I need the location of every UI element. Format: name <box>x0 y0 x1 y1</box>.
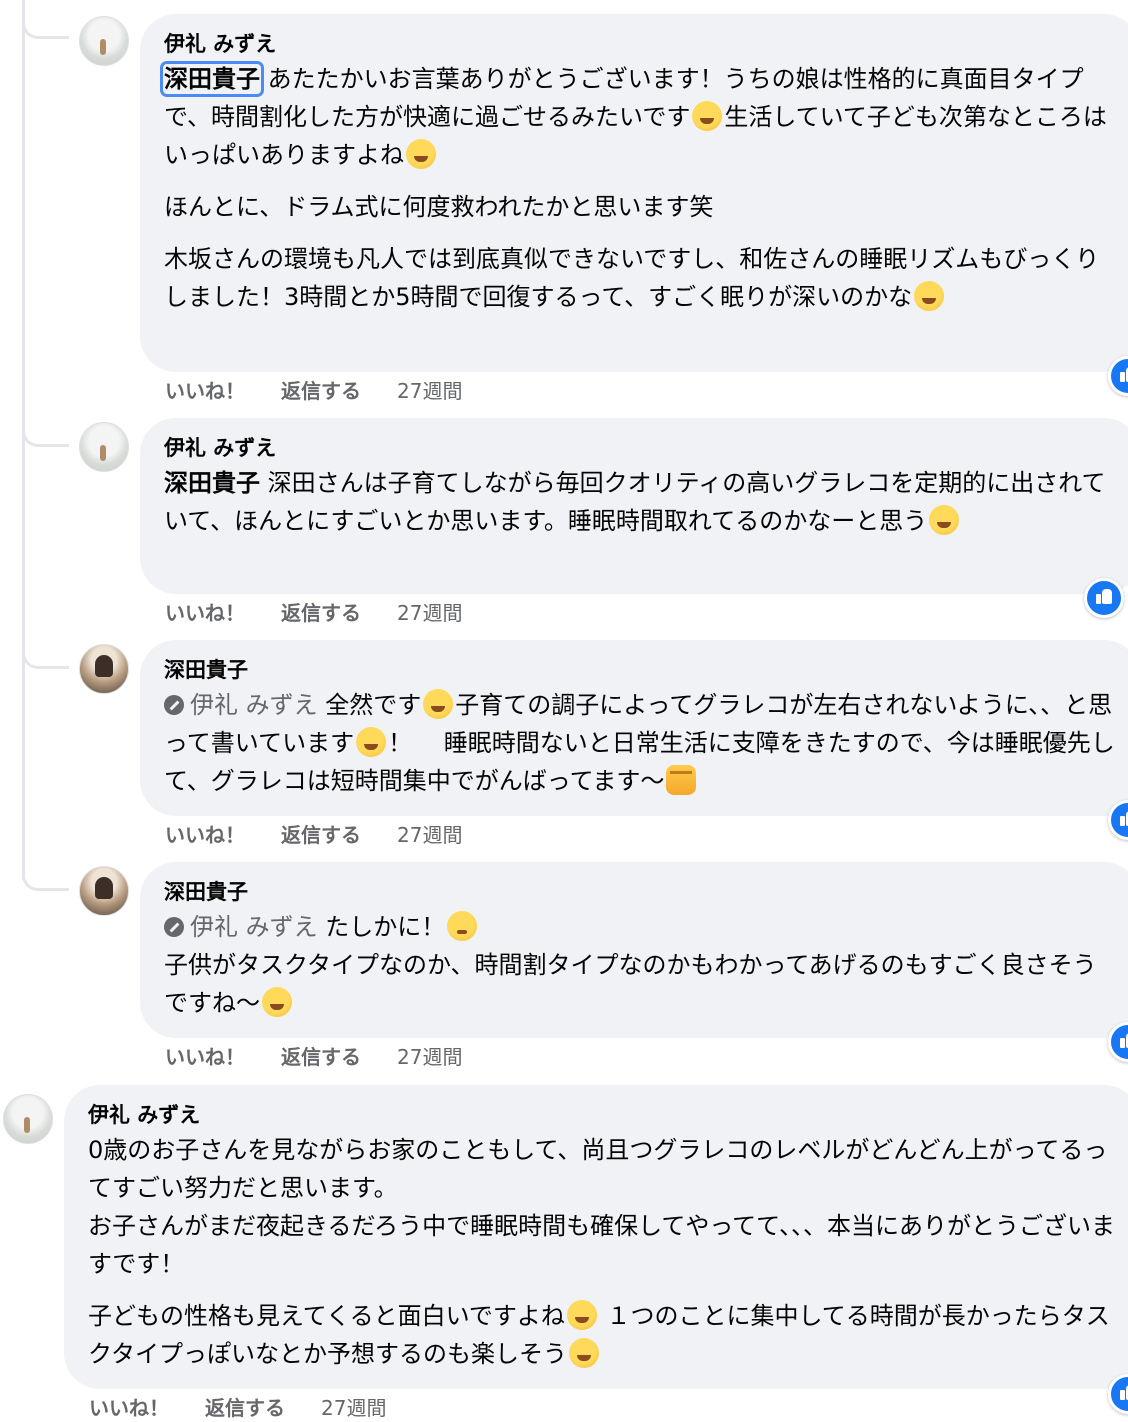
thread-branch <box>22 424 69 447</box>
comment-actions: いいね！ 返信する 27週間 <box>89 1394 386 1422</box>
comment-text: 伊礼 みずえ たしかに！ 子供がタスクタイプなのか、時間割タイプなのかもわかって… <box>164 908 1116 1022</box>
comment-text-part: 全然です <box>325 691 422 719</box>
edit-pen-icon <box>164 917 184 937</box>
comment-bubble: 伊礼 みずえ 0歳のお子さんを見ながらお家のこともして、尚且つグラレコのレベルが… <box>64 1085 1128 1389</box>
comment-text: 木坂さんの環境も凡人では到底真似できないですし、和佐さんの睡眠リズムもびっくりし… <box>164 240 1116 316</box>
mention-link[interactable]: 深田貴子 <box>164 469 260 497</box>
comment-text-part: 子どもの性格も見えてくると面白いですよね <box>88 1302 565 1330</box>
thread-branch <box>22 868 69 891</box>
comment-author[interactable]: 深田貴子 <box>164 656 1116 684</box>
reply-button[interactable]: 返信する <box>281 599 361 627</box>
comment-text-part: 子供がタスクタイプなのか、時間割タイプなのかもわかってあげるのもすごく良さそうで… <box>164 951 1097 1017</box>
comment-actions: いいね！ 返信する 27週間 <box>165 599 462 627</box>
reply-button[interactable]: 返信する <box>281 377 361 405</box>
avatar[interactable] <box>79 866 129 916</box>
comment-bubble: 深田貴子 伊礼 みずえ たしかに！ 子供がタスクタイプなのか、時間割タイプなのか… <box>140 862 1128 1038</box>
like-button[interactable]: いいね！ <box>89 1394 169 1422</box>
flushed-emoji <box>447 911 478 941</box>
like-button[interactable]: いいね！ <box>165 821 245 849</box>
comment-author[interactable]: 伊礼 みずえ <box>88 1101 1116 1129</box>
timestamp[interactable]: 27週間 <box>397 1043 462 1071</box>
comment-actions: いいね！ 返信する 27週間 <box>165 821 462 849</box>
tears-of-joy-emoji <box>356 727 387 757</box>
comment-text: 深田貴子 深田さんは子育てしながら毎回クオリティの高いグラレコを定期的に出されて… <box>164 464 1116 540</box>
timestamp[interactable]: 27週間 <box>321 1394 386 1422</box>
comment-bubble: 伊礼 みずえ 深田貴子 あたたかいお言葉ありがとうございます！うちの娘は性格的に… <box>140 14 1128 372</box>
fist-emoji <box>666 765 697 795</box>
mention-link[interactable]: 伊礼 みずえ <box>190 913 318 941</box>
sweat-smile-emoji <box>929 505 960 535</box>
tears-of-joy-emoji <box>406 139 436 169</box>
tears-of-joy-emoji <box>423 689 454 719</box>
tears-of-joy-emoji <box>914 281 945 311</box>
comment-bubble: 伊礼 みずえ 深田貴子 深田さんは子育てしながら毎回クオリティの高いグラレコを定… <box>140 418 1128 594</box>
mention-link[interactable]: 深田貴子 <box>160 61 264 97</box>
reply-button[interactable]: 返信する <box>281 821 361 849</box>
reply-button[interactable]: 返信する <box>205 1394 285 1422</box>
comment-text-part: 深田さんは子育てしながら毎回クオリティの高いグラレコを定期的に出されていて、ほん… <box>164 469 1106 535</box>
like-button[interactable]: いいね！ <box>165 377 245 405</box>
smiling-emoji <box>569 1338 600 1368</box>
edit-pen-icon <box>164 695 184 715</box>
comment-bubble: 深田貴子 伊礼 みずえ 全然です 子育ての調子によってグラレコが左右されないように… <box>140 640 1128 816</box>
avatar[interactable] <box>79 422 129 472</box>
timestamp[interactable]: 27週間 <box>397 599 462 627</box>
comment-author[interactable]: 伊礼 みずえ <box>164 434 1116 462</box>
comment-text: ほんとに、ドラム式に何度救われたかと思います笑 <box>164 193 714 221</box>
comment-author[interactable]: 伊礼 みずえ <box>164 30 1116 58</box>
avatar[interactable] <box>3 1094 53 1144</box>
comment-actions: いいね！ 返信する 27週間 <box>165 1043 462 1071</box>
comment-actions: いいね！ 返信する 27週間 <box>165 377 462 405</box>
comment-text: 伊礼 みずえ 全然です 子育ての調子によってグラレコが左右されないように、、と思っ… <box>164 686 1116 800</box>
comment-text: 0歳のお子さんを見ながらお家のこともして、尚且つグラレコのレベルがどんどん上がっ… <box>88 1136 1115 1278</box>
timestamp[interactable]: 27週間 <box>397 821 462 849</box>
smiling-hearts-emoji <box>262 987 292 1017</box>
mention-link[interactable]: 伊礼 みずえ <box>190 691 318 719</box>
comment-text: 深田貴子 あたたかいお言葉ありがとうございます！うちの娘は性格的に真面目タイプで… <box>160 60 1116 174</box>
comment-text-part: たしかに！ <box>325 913 446 941</box>
comment-text: 子どもの性格も見えてくると面白いですよね １つのことに集中してる時間が長かったら… <box>88 1297 1116 1373</box>
comment-text-part: 木坂さんの環境も凡人では到底真似できないですし、和佐さんの睡眠リズムもびっくりし… <box>164 245 1100 311</box>
like-button[interactable]: いいね！ <box>165 1043 245 1071</box>
reply-button[interactable]: 返信する <box>281 1043 361 1071</box>
avatar[interactable] <box>79 644 129 694</box>
thread-branch <box>22 16 69 39</box>
avatar[interactable] <box>79 16 129 66</box>
comment-author[interactable]: 深田貴子 <box>164 878 1116 906</box>
timestamp[interactable]: 27週間 <box>397 377 462 405</box>
thread-branch <box>22 646 69 669</box>
smiling-emoji <box>692 101 723 131</box>
grinning-emoji <box>566 1300 597 1330</box>
like-reaction-icon[interactable] <box>1084 578 1124 618</box>
like-button[interactable]: いいね！ <box>165 599 245 627</box>
